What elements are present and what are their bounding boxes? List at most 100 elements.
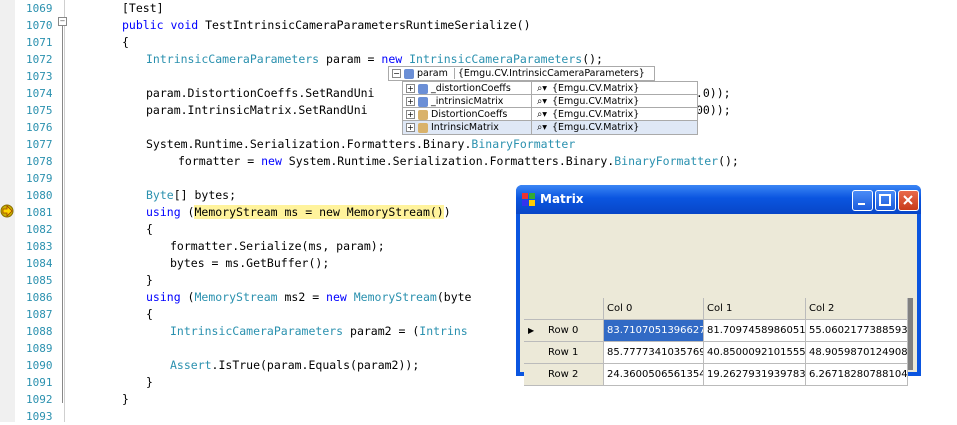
code-line[interactable]: param.IntrinsicMatrix.SetRandUni <box>146 102 368 119</box>
code-line[interactable]: using (MemoryStream ms = new MemoryStrea… <box>146 204 451 221</box>
grid-corner-header[interactable] <box>524 298 604 320</box>
window-title-bar[interactable]: Matrix <box>516 185 921 214</box>
code-token: MemoryStream <box>194 290 278 304</box>
code-line[interactable]: { <box>122 34 129 51</box>
minimize-icon <box>858 203 865 205</box>
code-token: new <box>381 52 410 66</box>
grid-cell[interactable]: 83.7107051396627 <box>604 320 704 342</box>
row-header-label: Row 2 <box>548 369 579 380</box>
fold-collapse-icon[interactable]: − <box>58 17 67 26</box>
code-line[interactable]: bytes = ms.GetBuffer(); <box>170 255 329 272</box>
code-line[interactable]: } <box>146 272 153 289</box>
line-number: 1092 <box>26 393 53 406</box>
line-number: 1091 <box>26 376 53 389</box>
field-icon <box>418 109 428 120</box>
collapse-icon[interactable]: − <box>392 69 401 78</box>
magnifier-icon[interactable]: ⌕▾ <box>531 121 552 134</box>
grid-cell[interactable]: 81.7097458986051 <box>704 320 806 342</box>
fold-guide-line <box>62 26 63 403</box>
code-token: BinaryFormatter <box>614 154 719 168</box>
code-token: param = <box>319 52 382 66</box>
code-token: [] bytes; <box>173 188 237 202</box>
code-token: IntrinsicCameraParameters <box>409 52 583 66</box>
grid-cell[interactable]: 55.0602177388593 <box>806 320 908 342</box>
line-number: 1071 <box>26 36 53 49</box>
code-token: .IsTrue(param.Equals(param2)); <box>211 358 420 372</box>
code-line[interactable]: { <box>146 221 153 238</box>
line-number: 1074 <box>26 87 53 100</box>
code-line[interactable]: Assert.IsTrue(param.Equals(param2)); <box>170 357 419 374</box>
code-token: Intrins <box>419 324 468 338</box>
code-token: System.Runtime.Serialization.Formatters.… <box>146 137 472 151</box>
datatip-child-value: {Emgu.CV.Matrix} <box>552 109 640 120</box>
matrix-data-grid[interactable]: Col 0 Col 1 Col 2 ▶ Row 0 83.7107051396627 81.… <box>524 298 913 386</box>
line-number: 1072 <box>26 53 53 66</box>
code-token: ) <box>443 205 451 219</box>
grid-cell[interactable]: 6.26718280788104 <box>806 364 908 386</box>
code-line[interactable]: IntrinsicCameraParameters param2 = (Intr… <box>170 323 468 340</box>
code-line[interactable]: Byte[] bytes; <box>146 187 236 204</box>
grid-cell[interactable]: 24.3600506561354 <box>604 364 704 386</box>
line-number: 1085 <box>26 274 53 287</box>
grid-cell[interactable]: 19.2627931939783 <box>704 364 806 386</box>
datatip-child-value: {Emgu.CV.Matrix} <box>552 122 640 133</box>
row-header[interactable]: Row 1 <box>524 342 604 364</box>
minimize-button[interactable] <box>852 190 873 211</box>
expand-icon[interactable]: + <box>406 97 415 106</box>
code-token: param2 = ( <box>343 324 420 338</box>
code-line[interactable]: public void TestIntrinsicCameraParameter… <box>122 17 531 34</box>
code-line[interactable]: { <box>146 306 153 323</box>
grid-cell[interactable]: 85.7777341035769 <box>604 342 704 364</box>
matrix-window[interactable]: Matrix Col 0 Col 1 Col 2 ▶ Row 0 83.710705139… <box>516 185 921 386</box>
code-line[interactable]: } <box>122 391 129 408</box>
row-header[interactable]: Row 2 <box>524 364 604 386</box>
code-token: TestIntrinsicCameraParametersRuntimeSeri… <box>205 18 531 32</box>
field-icon <box>404 68 414 79</box>
maximize-button[interactable] <box>875 190 896 211</box>
code-line[interactable]: formatter = new System.Runtime.Serializa… <box>178 153 739 170</box>
code-line[interactable]: using (MemoryStream ms2 = new MemoryStre… <box>146 289 471 306</box>
code-token: formatter = <box>178 154 262 168</box>
datatip-child-row[interactable]: + IntrinsicMatrix ⌕▾ {Emgu.CV.Matrix} <box>402 120 698 135</box>
column-header[interactable]: Col 0 <box>604 298 704 320</box>
code-line[interactable]: System.Runtime.Serialization.Formatters.… <box>146 136 575 153</box>
window-client-area: Col 0 Col 1 Col 2 ▶ Row 0 83.7107051396627 81.… <box>520 214 917 386</box>
code-token: (); <box>582 52 603 66</box>
code-token: (byte <box>436 290 472 304</box>
column-header[interactable]: Col 1 <box>704 298 806 320</box>
code-line[interactable]: formatter.Serialize(ms, param); <box>170 238 385 255</box>
code-token: void <box>170 18 206 32</box>
line-number: 1077 <box>26 138 53 151</box>
code-token: System.Runtime.Serialization.Formatters.… <box>288 154 615 168</box>
datatip-root-name: param <box>417 68 448 79</box>
line-number: 1083 <box>26 240 53 253</box>
column-header[interactable]: Col 2 <box>806 298 908 320</box>
row-header-label: Row 0 <box>548 325 579 336</box>
code-token: ms2 = <box>277 290 327 304</box>
current-row-indicator-icon: ▶ <box>528 326 535 335</box>
code-line[interactable]: param.DistortionCoeffs.SetRandUni <box>146 85 374 102</box>
datatip-child-value: {Emgu.CV.Matrix} <box>552 96 640 107</box>
expand-icon[interactable]: + <box>406 84 415 93</box>
expand-icon[interactable]: + <box>406 123 415 132</box>
line-number: 1069 <box>26 2 53 15</box>
code-token: public <box>122 18 171 32</box>
code-line[interactable]: [Test] <box>122 0 164 17</box>
current-statement-arrow-icon <box>0 204 14 218</box>
line-number: 1081 <box>26 206 53 219</box>
code-token: using <box>146 290 188 304</box>
expand-icon[interactable]: + <box>406 110 415 119</box>
datatip-root-value: {Emgu.CV.IntrinsicCameraParameters} <box>453 68 645 79</box>
line-number: 1073 <box>26 70 53 83</box>
line-number: 1093 <box>26 410 53 423</box>
maximize-icon <box>879 194 891 206</box>
line-number: 1088 <box>26 325 53 338</box>
close-button[interactable] <box>898 190 919 211</box>
grid-cell[interactable]: 40.8500092101555 <box>704 342 806 364</box>
code-line[interactable]: } <box>146 374 153 391</box>
grid-cell[interactable]: 48.9059870124908 <box>806 342 908 364</box>
datatip-root-row[interactable]: − param {Emgu.CV.IntrinsicCameraParameter… <box>388 66 655 81</box>
code-token: IntrinsicCameraParameters <box>170 324 344 338</box>
row-header[interactable]: ▶ Row 0 <box>524 320 604 342</box>
code-token: using <box>146 205 188 219</box>
